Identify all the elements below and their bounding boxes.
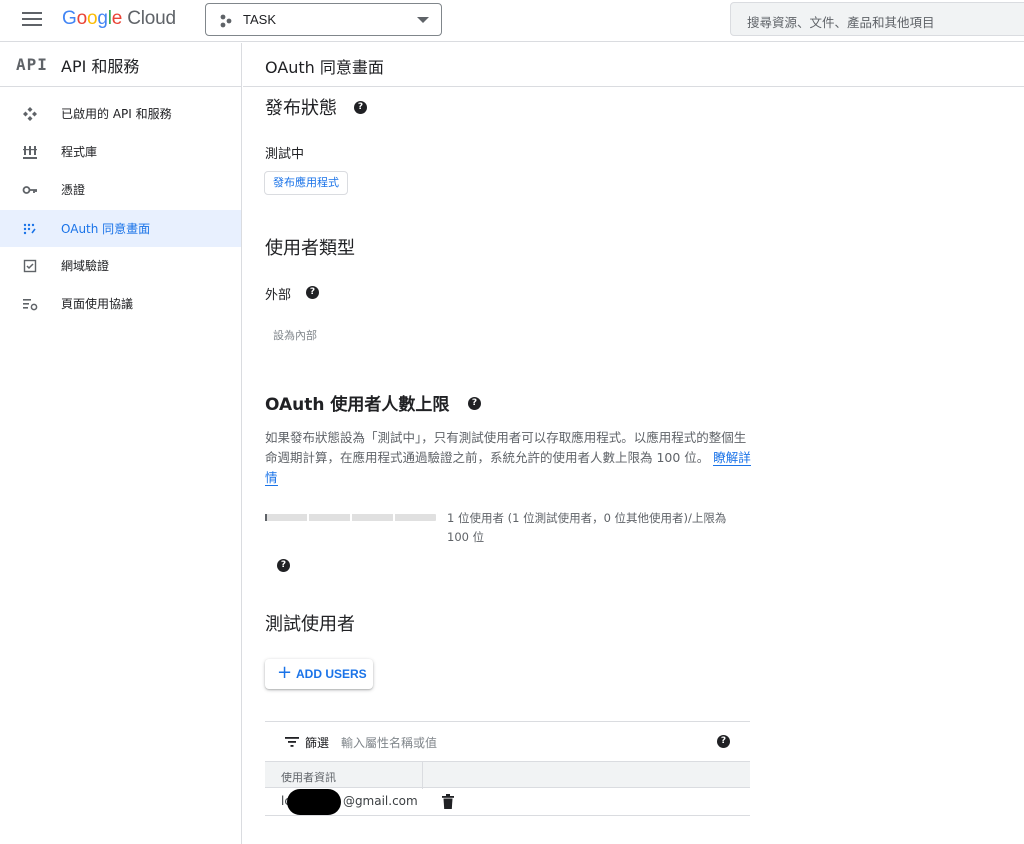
page-usage-icon [23, 299, 38, 311]
sidebar-item-credentials[interactable]: 憑證 [0, 171, 241, 208]
user-cap-description: 如果發布狀態設為「測試中」，只有測試使用者可以存取應用程式。以應用程式的整個生命… [265, 430, 751, 486]
redaction-mark [287, 789, 341, 815]
chevron-down-icon [417, 17, 429, 23]
make-internal-button[interactable]: 設為內部 [273, 327, 317, 343]
sidebar-item-domain-verification[interactable]: 網域驗證 [0, 247, 241, 284]
domain-verification-icon [23, 259, 37, 273]
test-users-table: 使用者資訊 lc @gmail.com [265, 761, 750, 816]
publish-status-heading: 發布狀態 [265, 98, 337, 119]
page-title: OAuth 同意畫面 [265, 58, 384, 77]
sidebar-header: API API 和服務 [0, 43, 242, 87]
sidebar-item-label: 程式庫 [61, 145, 98, 159]
project-name: TASK [243, 12, 276, 27]
help-icon[interactable]: ? [717, 735, 730, 748]
oauth-consent-icon [23, 223, 36, 235]
search-input[interactable]: 搜尋資源、文件、產品和其他項目 [730, 2, 1024, 36]
user-cap-progress-bar [265, 514, 436, 521]
table-header: 使用者資訊 [265, 761, 750, 789]
key-icon [22, 186, 37, 194]
user-type-value: 外部 [265, 288, 292, 303]
sidebar-item-label: 已啟用的 API 和服務 [61, 107, 172, 121]
project-icon [220, 14, 232, 28]
column-divider [422, 762, 423, 789]
library-icon [23, 146, 37, 159]
trash-icon[interactable] [442, 794, 454, 809]
sidebar-item-label: 網域驗證 [61, 259, 110, 273]
filter-input[interactable]: 輸入屬性名稱或值 [341, 734, 437, 751]
menu-icon[interactable] [22, 12, 42, 30]
user-cap-heading: OAuth 使用者人數上限 [265, 395, 450, 415]
add-users-label: ADD USERS [296, 667, 367, 681]
publish-status-value: 測試中 [265, 147, 305, 162]
add-users-button[interactable]: + ADD USERS [265, 659, 373, 689]
google-cloud-logo[interactable]: Google Cloud [62, 8, 176, 30]
filter-icon [285, 737, 299, 747]
sidebar-item-enabled-apis[interactable]: 已啟用的 API 和服務 [0, 95, 241, 132]
api-services-icon [23, 107, 37, 121]
main-content: OAuth 同意畫面 發布狀態 ? 測試中 發布應用程式 使用者類型 外部 ? … [243, 43, 1024, 844]
sidebar-item-oauth-consent[interactable]: OAuth 同意畫面 [0, 210, 241, 247]
plus-icon: + [277, 662, 293, 683]
sidebar-item-label: 頁面使用協議 [61, 297, 134, 311]
filter-bar: 篩選 輸入屬性名稱或值 ? [265, 721, 750, 761]
progress-segment [307, 514, 309, 521]
help-icon[interactable]: ? [354, 101, 367, 114]
help-icon[interactable]: ? [277, 559, 290, 572]
progress-segment [393, 514, 395, 521]
column-header-user-info: 使用者資訊 [281, 771, 336, 784]
table-row: lc @gmail.com [265, 788, 750, 816]
progress-text: 1 位使用者 (1 位測試使用者，0 位其他使用者)/上限為 100 位 [447, 511, 727, 544]
sidebar: API API 和服務 已啟用的 API 和服務 程式庫 憑證 OAuth 同意… [0, 43, 242, 844]
api-logo-icon: API [16, 55, 48, 74]
sidebar-item-label: 憑證 [61, 183, 86, 197]
sidebar-item-page-usage[interactable]: 頁面使用協議 [0, 285, 241, 322]
sidebar-title: API 和服務 [61, 57, 140, 76]
help-icon[interactable]: ? [306, 286, 319, 299]
project-selector[interactable]: TASK [205, 3, 442, 36]
user-type-heading: 使用者類型 [265, 238, 355, 259]
top-bar: Google Cloud TASK 搜尋資源、文件、產品和其他項目 [0, 0, 1024, 42]
publish-app-button[interactable]: 發布應用程式 [264, 171, 348, 195]
help-icon[interactable]: ? [468, 397, 481, 410]
progress-fill [265, 514, 267, 521]
sidebar-item-label: OAuth 同意畫面 [61, 222, 151, 236]
progress-segment [350, 514, 352, 521]
page-header: OAuth 同意畫面 [243, 43, 1024, 87]
test-users-heading: 測試使用者 [265, 614, 355, 635]
filter-label: 篩選 [305, 736, 330, 750]
sidebar-item-library[interactable]: 程式庫 [0, 133, 241, 170]
search-placeholder: 搜尋資源、文件、產品和其他項目 [747, 15, 935, 30]
